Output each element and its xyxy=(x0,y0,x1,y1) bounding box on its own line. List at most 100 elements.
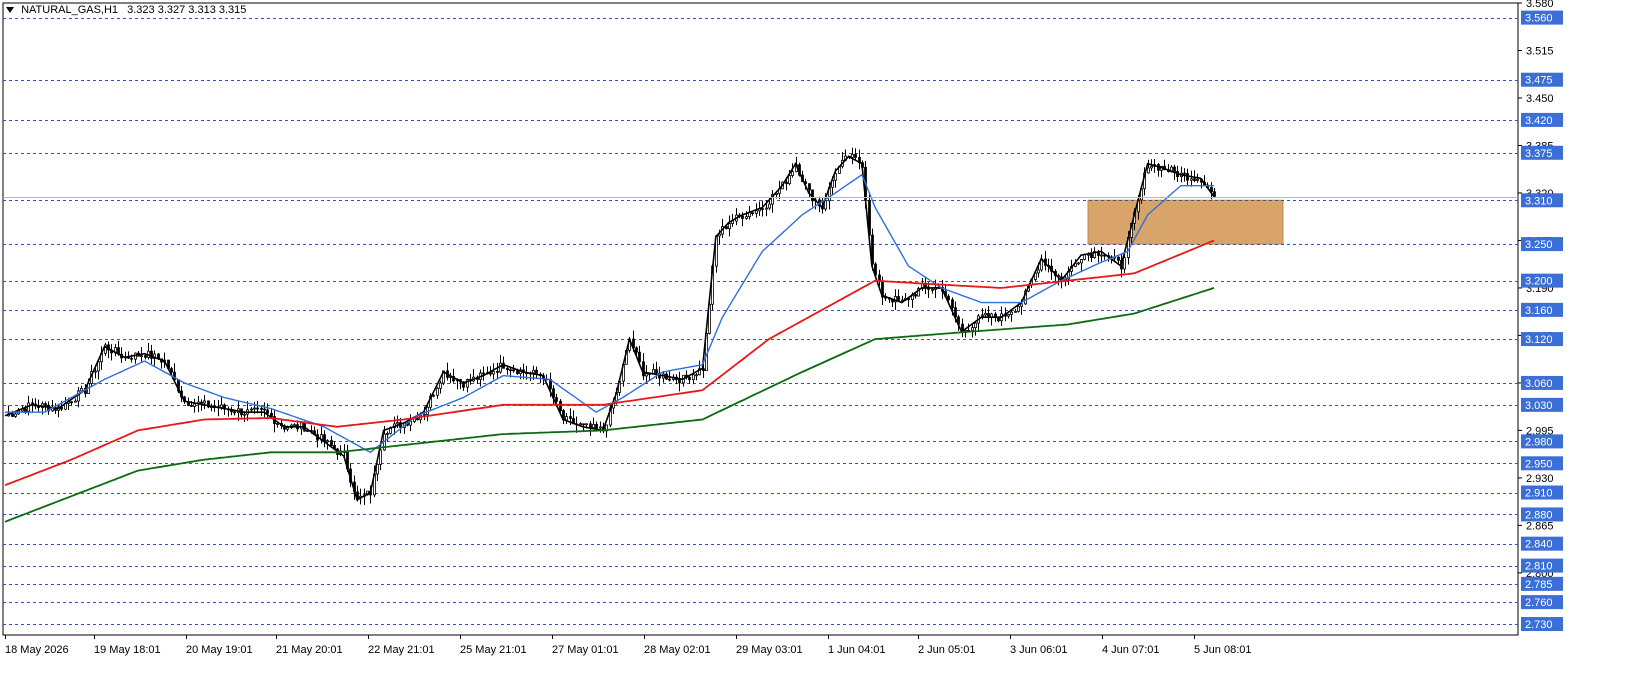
candle-body xyxy=(1090,253,1093,258)
candle-body xyxy=(765,207,768,210)
candle-body xyxy=(386,433,389,435)
time-tick-label: 29 May 03:01 xyxy=(736,644,803,656)
candle-body xyxy=(144,355,147,358)
candle-body xyxy=(645,373,648,377)
candle-body xyxy=(791,171,794,176)
candle-body xyxy=(286,427,289,430)
level-label-text: 3.120 xyxy=(1525,334,1553,346)
candle-body xyxy=(140,355,143,358)
candle-body xyxy=(31,402,34,405)
candle-body xyxy=(80,388,83,392)
candle-body xyxy=(984,313,987,316)
level-label: 2.730 xyxy=(1521,617,1563,632)
supply-zone[interactable] xyxy=(1087,199,1284,245)
candle-body xyxy=(94,370,97,373)
ohlc-readout: 3.323 3.327 3.313 3.315 xyxy=(127,4,247,17)
candle-body xyxy=(436,387,439,396)
candle-body xyxy=(379,449,382,465)
symbol-header: NATURAL_GAS,H1 3.323 3.327 3.313 3.315 xyxy=(6,4,246,16)
candle-body xyxy=(971,327,974,331)
candle-body xyxy=(1150,165,1153,169)
candle-body xyxy=(652,369,655,374)
symbol-name: NATURAL_GAS,H1 xyxy=(21,4,119,17)
candle-body xyxy=(423,414,426,416)
level-label-text: 2.980 xyxy=(1525,436,1553,448)
candle-body xyxy=(585,423,588,426)
candle-body xyxy=(1014,310,1017,313)
candle-body xyxy=(702,368,705,372)
chart-background xyxy=(0,0,1641,693)
time-tick-label: 3 Jun 06:01 xyxy=(1010,644,1068,656)
level-label: 3.200 xyxy=(1521,273,1563,288)
candle-body xyxy=(532,369,535,374)
level-label: 3.160 xyxy=(1521,302,1563,317)
candle-body xyxy=(755,210,758,214)
level-label-text: 3.030 xyxy=(1525,400,1553,412)
candle-body xyxy=(851,153,854,158)
candle-body xyxy=(506,367,509,371)
level-label-text: 3.250 xyxy=(1525,239,1553,251)
candle-body xyxy=(692,374,695,381)
candle-body xyxy=(266,409,269,414)
candle-body xyxy=(260,408,263,410)
candle-body xyxy=(1196,178,1199,181)
candle-body xyxy=(233,411,236,414)
candle-body xyxy=(728,223,731,230)
candle-body xyxy=(897,296,900,301)
candle-body xyxy=(974,322,977,329)
candle-body xyxy=(256,407,259,410)
level-label-text: 2.730 xyxy=(1525,619,1553,631)
level-label: 3.250 xyxy=(1521,237,1563,252)
candle-body xyxy=(432,394,435,397)
level-label: 3.375 xyxy=(1521,145,1563,160)
time-tick-label: 21 May 20:01 xyxy=(276,644,343,656)
level-label: 2.910 xyxy=(1521,485,1563,500)
level-label-text: 2.950 xyxy=(1525,458,1553,470)
time-tick-label: 1 Jun 04:01 xyxy=(828,644,886,656)
level-label-text: 2.760 xyxy=(1525,597,1553,609)
price-tick-label: 2.865 xyxy=(1526,520,1554,532)
candle-body xyxy=(499,362,502,373)
level-label: 2.980 xyxy=(1521,434,1563,449)
candle-body xyxy=(1100,254,1103,257)
candle-body xyxy=(678,379,681,384)
candle-body xyxy=(330,440,333,446)
candle-body xyxy=(326,440,329,443)
candle-body xyxy=(203,400,206,404)
candle-body xyxy=(635,347,638,353)
dropdown-triangle-icon[interactable] xyxy=(6,7,14,14)
price-tick-label: 3.580 xyxy=(1526,0,1554,10)
level-label: 2.840 xyxy=(1521,536,1563,551)
candle-body xyxy=(11,413,14,417)
candle-body xyxy=(74,400,77,403)
candle-body xyxy=(130,357,133,360)
candle-body xyxy=(1077,262,1080,265)
level-label: 2.950 xyxy=(1521,456,1563,471)
level-label-text: 2.880 xyxy=(1525,509,1553,521)
level-label-text: 3.310 xyxy=(1525,195,1553,207)
level-label-text: 3.560 xyxy=(1525,13,1553,25)
candle-body xyxy=(44,403,47,406)
candle-body xyxy=(642,361,645,377)
price-tick-label: 3.515 xyxy=(1526,45,1554,57)
time-tick-label: 28 May 02:01 xyxy=(644,644,711,656)
candle-body xyxy=(589,423,592,428)
candle-body xyxy=(579,423,582,426)
time-tick-label: 2 Jun 05:01 xyxy=(918,644,976,656)
level-label: 2.760 xyxy=(1521,595,1563,610)
candle-body xyxy=(293,424,296,427)
candle-body xyxy=(1017,305,1020,312)
candle-body xyxy=(997,317,1000,322)
price-chart[interactable]: 3.5803.5153.4503.3853.3203.2553.1903.125… xyxy=(0,0,1641,693)
level-label-text: 3.475 xyxy=(1525,75,1553,87)
chart-area[interactable]: 3.5803.5153.4503.3853.3203.2553.1903.125… xyxy=(0,0,1641,693)
candle-body xyxy=(559,400,562,411)
candle-body xyxy=(200,401,203,404)
candle-body xyxy=(668,378,671,381)
candle-body xyxy=(439,382,442,389)
candle-body xyxy=(70,401,73,404)
time-tick-label: 20 May 19:01 xyxy=(186,644,253,656)
candle-body xyxy=(496,370,499,373)
level-label-text: 3.200 xyxy=(1525,276,1553,288)
candle-body xyxy=(1010,311,1013,315)
